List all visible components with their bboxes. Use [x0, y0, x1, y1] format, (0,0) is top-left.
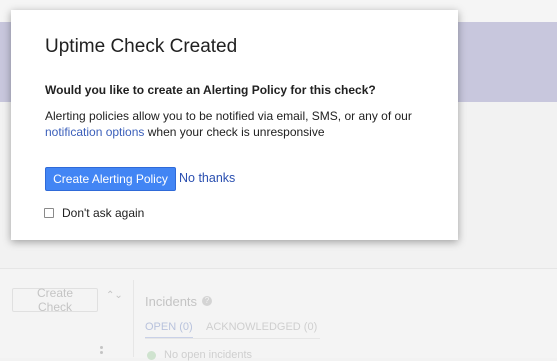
dont-ask-again-label: Don't ask again	[62, 206, 145, 220]
description-text-end: when your check is unresponsive	[144, 125, 325, 139]
dialog-question: Would you like to create an Alerting Pol…	[45, 83, 376, 97]
panel-divider	[133, 280, 134, 357]
dialog-description: Alerting policies allow you to be notifi…	[45, 108, 430, 140]
incidents-heading: Incidents	[145, 294, 198, 309]
notification-options-link[interactable]: notification options	[45, 125, 144, 139]
dont-ask-again-row[interactable]: Don't ask again	[44, 206, 144, 220]
help-icon[interactable]: ?	[202, 296, 212, 306]
tab-acknowledged[interactable]: ACKNOWLEDGED (0)	[206, 321, 317, 333]
status-ok-icon	[147, 351, 156, 360]
more-vert-icon[interactable]	[100, 346, 103, 356]
dont-ask-again-checkbox[interactable]	[44, 208, 54, 218]
uptime-created-dialog: Uptime Check Created Would you like to c…	[11, 10, 458, 240]
no-incidents-text: No open incidents	[164, 349, 253, 361]
tab-underline	[145, 338, 320, 339]
create-alerting-policy-button[interactable]: Create Alerting Policy	[45, 167, 176, 191]
description-text: Alerting policies allow you to be notifi…	[45, 109, 412, 123]
tab-open[interactable]: OPEN (0)	[145, 321, 193, 339]
sort-icon[interactable]: ⌃⌄	[106, 291, 123, 301]
no-thanks-button[interactable]: No thanks	[179, 171, 235, 185]
dialog-title: Uptime Check Created	[45, 36, 238, 57]
create-check-button[interactable]: Create Check	[12, 286, 98, 314]
